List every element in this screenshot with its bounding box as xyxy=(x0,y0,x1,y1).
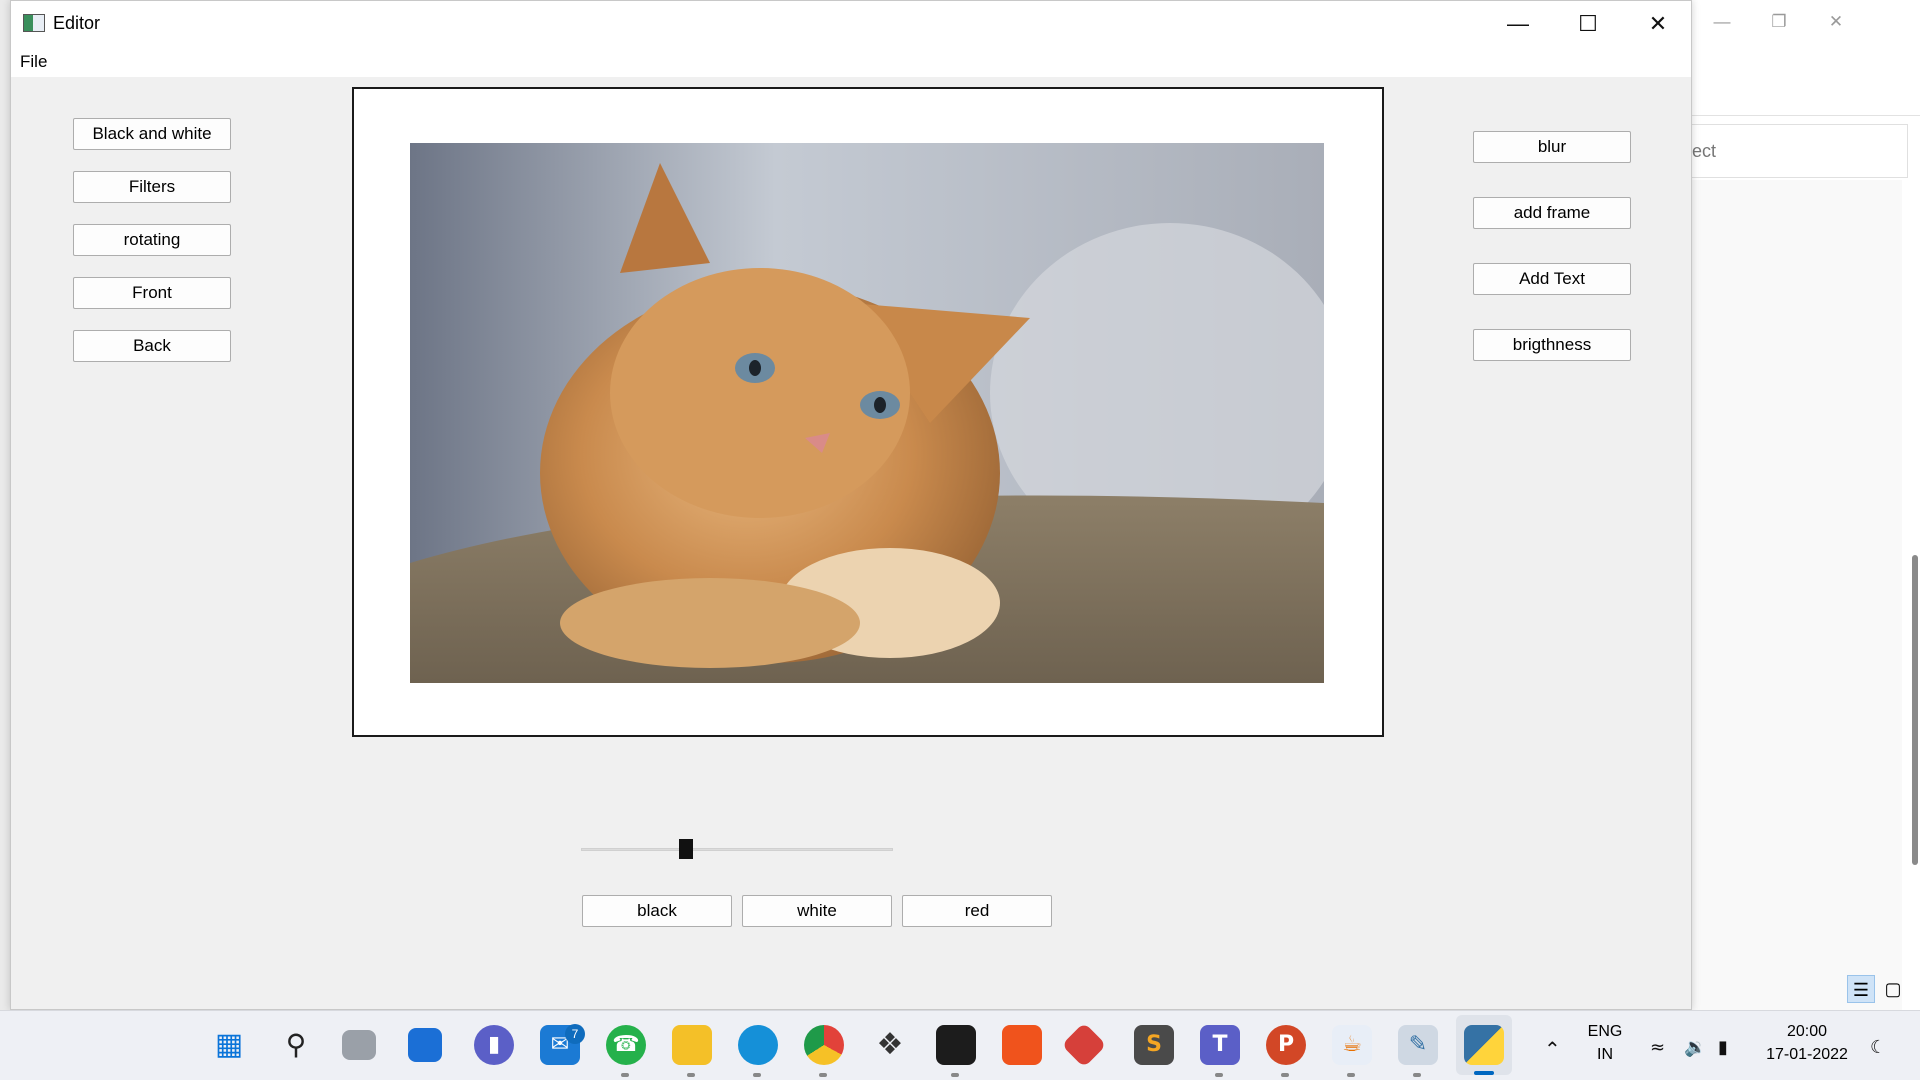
black-and-white-button[interactable]: Black and white xyxy=(73,118,231,150)
terminal-icon[interactable] xyxy=(936,1025,976,1065)
black-button[interactable]: black xyxy=(582,895,732,927)
brightness-button[interactable]: brigthness xyxy=(1473,329,1631,361)
widgets-icon[interactable] xyxy=(408,1028,442,1062)
desktop-edge xyxy=(0,0,10,1010)
search-text: ect xyxy=(1692,141,1717,161)
content-pane xyxy=(1692,180,1902,1010)
python-icon[interactable] xyxy=(1464,1025,1504,1065)
red-button[interactable]: red xyxy=(902,895,1052,927)
running-indicator xyxy=(819,1073,827,1077)
editor-window: Editor — ☐ ✕ File Black and white Filter… xyxy=(10,0,1692,1010)
blur-button[interactable]: blur xyxy=(1473,131,1631,163)
add-frame-button[interactable]: add frame xyxy=(1473,197,1631,229)
clock-date[interactable]: 17-01-2022 xyxy=(1762,1046,1852,1064)
minimize-icon[interactable]: — xyxy=(1483,1,1553,47)
clock-time[interactable]: 20:00 xyxy=(1762,1023,1852,1041)
task-view-icon[interactable] xyxy=(342,1030,376,1060)
running-indicator xyxy=(1347,1073,1355,1077)
wifi-icon[interactable]: ≈ xyxy=(1650,1037,1665,1058)
chat-icon[interactable]: ▮ xyxy=(474,1025,514,1065)
taskbar: ▦ ⚲ ▮ ✉ 7 ☎ ❖ S T P ☕ ✎ ⌃ ENG IN ≈ 🔉 ▮ 2… xyxy=(0,1010,1920,1080)
tiles-view-icon[interactable]: ▢ xyxy=(1879,975,1907,1003)
image-canvas xyxy=(352,87,1384,737)
toolbar-divider xyxy=(1692,115,1920,116)
menu-file[interactable]: File xyxy=(20,52,47,72)
brightness-slider[interactable] xyxy=(581,837,893,861)
front-button[interactable]: Front xyxy=(73,277,231,309)
language-indicator[interactable]: ENG xyxy=(1586,1023,1624,1041)
python-idle-icon[interactable]: ✎ xyxy=(1398,1025,1438,1065)
details-view-icon[interactable]: ☰ xyxy=(1847,975,1875,1003)
view-toggle: ☰ ▢ xyxy=(1847,975,1907,1003)
running-indicator xyxy=(687,1073,695,1077)
running-indicator xyxy=(951,1073,959,1077)
close-icon[interactable]: ✕ xyxy=(1623,1,1693,47)
focus-assist-icon[interactable]: ☾ xyxy=(1870,1037,1886,1058)
white-button[interactable]: white xyxy=(742,895,892,927)
maximize-icon[interactable]: ☐ xyxy=(1553,1,1623,47)
running-indicator xyxy=(1413,1073,1421,1077)
back-button[interactable]: Back xyxy=(73,330,231,362)
minimize-icon[interactable]: — xyxy=(1702,8,1742,36)
running-indicator xyxy=(1215,1073,1223,1077)
brave-icon[interactable] xyxy=(1002,1025,1042,1065)
region-indicator[interactable]: IN xyxy=(1586,1046,1624,1064)
menu-bar: File xyxy=(11,47,1691,77)
mail-badge: 7 xyxy=(565,1024,585,1044)
running-indicator xyxy=(621,1073,629,1077)
running-indicator xyxy=(1281,1073,1289,1077)
edge-icon[interactable] xyxy=(738,1025,778,1065)
window-title: Editor xyxy=(53,13,101,33)
kitten-image xyxy=(410,143,1324,683)
scrollbar-thumb[interactable] xyxy=(1912,555,1918,865)
app-icon xyxy=(23,14,45,32)
windows-start-icon[interactable]: ▦ xyxy=(209,1025,249,1065)
active-indicator xyxy=(1474,1071,1494,1075)
close-icon[interactable]: ✕ xyxy=(1816,8,1856,36)
background-window: — ❐ ✕ ect ☰ ▢ xyxy=(1692,0,1920,1010)
rotating-button[interactable]: rotating xyxy=(73,224,231,256)
running-indicator xyxy=(753,1073,761,1077)
volume-icon[interactable]: 🔉 xyxy=(1684,1037,1706,1058)
restore-icon[interactable]: ❐ xyxy=(1759,8,1799,36)
chrome-icon[interactable] xyxy=(804,1025,844,1065)
search-icon[interactable]: ⚲ xyxy=(276,1025,316,1065)
scrollbar[interactable] xyxy=(1902,190,1920,1010)
filters-button[interactable]: Filters xyxy=(73,171,231,203)
search-input[interactable]: ect xyxy=(1692,124,1908,178)
kitten-photo xyxy=(410,143,1324,683)
sublime-text-icon[interactable]: S xyxy=(1134,1025,1174,1065)
slider-handle[interactable] xyxy=(679,839,693,859)
file-explorer-icon[interactable] xyxy=(672,1025,712,1065)
dropbox-icon[interactable]: ❖ xyxy=(870,1025,910,1065)
git-icon[interactable] xyxy=(1061,1022,1107,1068)
whatsapp-icon[interactable]: ☎ xyxy=(606,1025,646,1065)
add-text-button[interactable]: Add Text xyxy=(1473,263,1631,295)
battery-icon[interactable]: ▮ xyxy=(1718,1037,1728,1058)
powerpoint-icon[interactable]: P xyxy=(1266,1025,1306,1065)
title-bar[interactable]: Editor — ☐ ✕ xyxy=(11,1,1691,47)
chevron-up-icon[interactable]: ⌃ xyxy=(1544,1037,1561,1061)
slider-groove[interactable] xyxy=(581,848,893,851)
java-icon[interactable]: ☕ xyxy=(1332,1025,1372,1065)
teams-icon[interactable]: T xyxy=(1200,1025,1240,1065)
